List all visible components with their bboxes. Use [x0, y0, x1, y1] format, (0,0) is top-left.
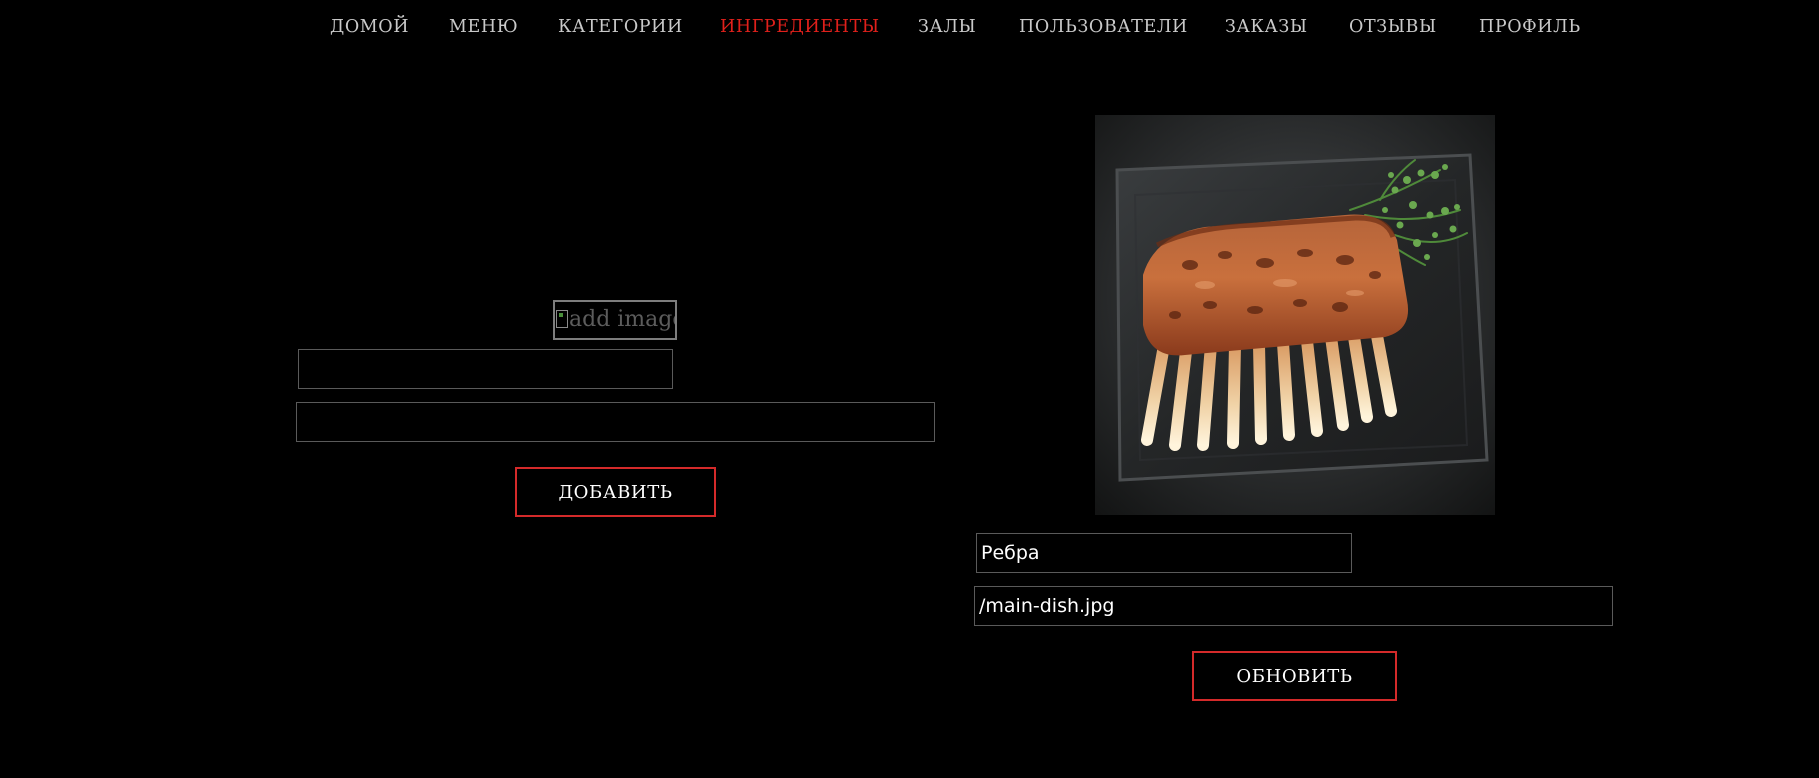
update-button[interactable]: ОБНОВИТЬ [1192, 651, 1397, 701]
nav-halls[interactable]: ЗАЛЫ [918, 17, 976, 37]
main-nav: ДОМОЙ МЕНЮ КАТЕГОРИИ ИНГРЕДИЕНТЫ ЗАЛЫ ПО… [0, 0, 1819, 60]
nav-users[interactable]: ПОЛЬЗОВАТЕЛИ [1019, 17, 1188, 37]
add-name-input[interactable] [298, 349, 673, 389]
edit-name-input[interactable] [976, 533, 1352, 573]
nav-ingredients[interactable]: ИНГРЕДИЕНТЫ [720, 17, 880, 37]
nav-profile[interactable]: ПРОФИЛЬ [1479, 17, 1581, 37]
edit-image-path-input[interactable] [974, 586, 1613, 626]
add-button[interactable]: ДОБАВИТЬ [515, 467, 716, 517]
add-image-placeholder[interactable]: add image [553, 300, 677, 340]
nav-categories[interactable]: КАТЕГОРИИ [558, 17, 683, 37]
ingredient-image[interactable] [1095, 115, 1495, 515]
nav-menu[interactable]: МЕНЮ [449, 17, 518, 37]
add-image-alt-text: add image [569, 307, 677, 332]
add-image-path-input[interactable] [296, 402, 935, 442]
nav-home[interactable]: ДОМОЙ [330, 17, 409, 37]
nav-orders[interactable]: ЗАКАЗЫ [1225, 17, 1308, 37]
nav-reviews[interactable]: ОТЗЫВЫ [1349, 17, 1437, 37]
broken-image-icon [556, 310, 568, 328]
